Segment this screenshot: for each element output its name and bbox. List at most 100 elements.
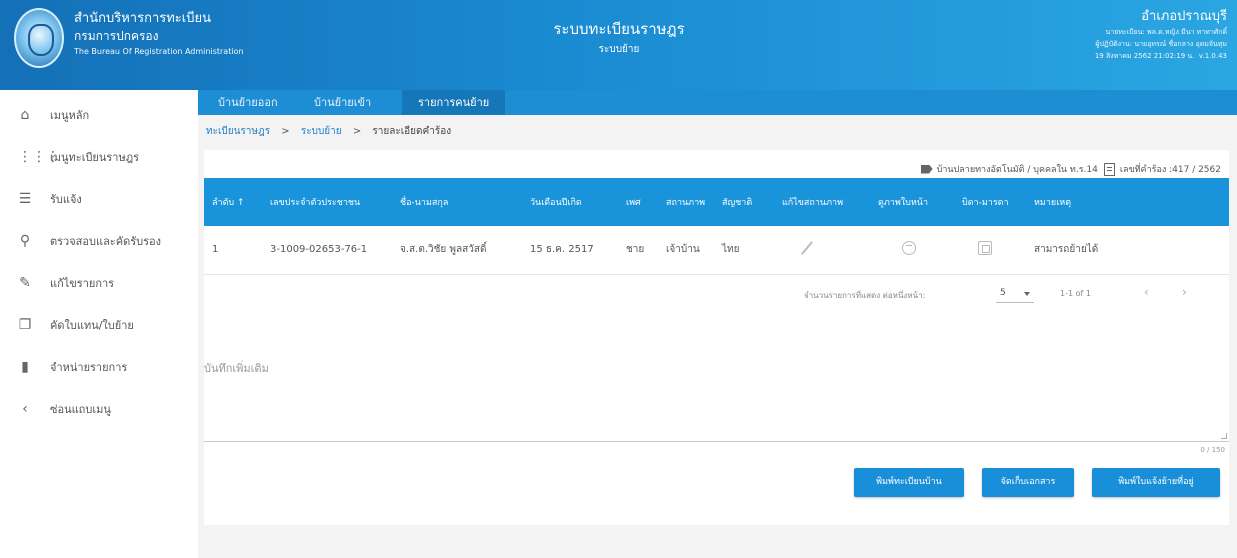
breadcrumb-current: รายละเอียดคำร้อง xyxy=(372,126,452,137)
print-house-registration-button[interactable]: พิมพ์ทะเบียนบ้าน xyxy=(854,468,964,497)
table-row: 1 3-1009-02653-76-1 จ.ส.ต.วิชัย พูลสวัสด… xyxy=(204,226,1229,274)
rows-per-page-value: 5 xyxy=(1000,288,1006,298)
home-icon: ⌂ xyxy=(20,107,30,123)
sidebar-item-main-menu[interactable]: ⌂ เมนูหลัก xyxy=(0,94,198,136)
sidebar-item-label: รับแจ้ง xyxy=(50,193,82,206)
registrar-name: นายทะเบียน: พล.ต.หญิง มีนา ทาทาศักดิ์ xyxy=(1105,28,1228,36)
rows-per-page-select[interactable]: 5 xyxy=(996,285,1034,303)
col-pid: เลขประจำตัวประชาชน xyxy=(270,198,361,208)
cell-view-face xyxy=(870,226,954,274)
cell-pid: 3-1009-02653-76-1 xyxy=(270,244,368,256)
col-dob: วันเดือนปีเกิด xyxy=(530,198,582,208)
next-page-button[interactable]: › xyxy=(1182,285,1187,299)
col-remark: หมายเหตุ xyxy=(1034,198,1072,208)
cell-nationality: ไทย xyxy=(722,244,740,256)
print-move-notice-button[interactable]: พิมพ์ใบแจ้งย้ายที่อยู่ xyxy=(1092,468,1220,497)
pagination: จำนวนรายการที่แสดง ต่อหนึ่งหน้า: 5 1-1 o… xyxy=(804,285,1224,305)
face-icon[interactable] xyxy=(902,241,916,256)
edit-icon: ✎ xyxy=(19,275,31,291)
org-name-th: สำนักบริหารการทะเบียน xyxy=(74,11,211,26)
sidebar: ⌂ เมนูหลัก ⋮⋮⋮ เมนูทะเบียนราษฎร ☰ รับแจ้… xyxy=(0,90,198,558)
grid-icon: ⋮⋮⋮ xyxy=(18,149,60,165)
document-icon xyxy=(1103,162,1115,176)
col-sex: เพศ xyxy=(626,198,641,208)
col-status: สถานภาพ xyxy=(666,198,706,208)
request-info: บ้านปลายทางอัตโนมัติ / บุคคลใน ท.ร.14 เล… xyxy=(920,162,1221,176)
trash-icon: ▮ xyxy=(21,359,29,375)
cell-parents xyxy=(954,226,1026,274)
chevron-down-icon xyxy=(1024,292,1030,296)
system-title: ระบบทะเบียนราษฎร xyxy=(553,20,685,38)
user-info: อำเภอปราณบุรี นายทะเบียน: พล.ต.หญิง มีนา… xyxy=(807,8,1227,62)
breadcrumb-move-system[interactable]: ระบบย้าย xyxy=(301,126,342,137)
notes-placeholder: บันทึกเพิ่มเติม xyxy=(204,362,269,375)
tag-icon xyxy=(920,164,933,174)
col-view-face: ดูภาพใบหน้า xyxy=(878,198,929,208)
cell-edit-status xyxy=(774,226,870,274)
request-number: เลขที่คำร้อง :417 / 2562 xyxy=(1119,165,1221,175)
district-name: อำเภอปราณบุรี xyxy=(1141,9,1227,24)
sidebar-item-receive[interactable]: ☰ รับแจ้ง xyxy=(0,178,198,220)
sidebar-item-label: เมนูหลัก xyxy=(50,109,90,122)
breadcrumb-separator: > xyxy=(281,126,290,137)
rows-per-page-label: จำนวนรายการที่แสดง ต่อหนึ่งหน้า: xyxy=(804,291,926,300)
cell-name: จ.ส.ต.วิชัย พูลสวัสดิ์ xyxy=(400,244,487,256)
system-title-block: ระบบทะเบียนราษฎร ระบบย้าย xyxy=(490,18,748,60)
datetime-version: 19 สิงหาคม 2562 21:02:19 น. v.1.0.43 xyxy=(807,50,1227,62)
sidebar-item-registration-menu[interactable]: ⋮⋮⋮ เมนูทะเบียนราษฎร xyxy=(0,136,198,178)
cell-no: 1 xyxy=(212,244,219,256)
sidebar-item-hide-menu[interactable]: ‹ ซ่อนแถบเมนู xyxy=(0,388,198,430)
sidebar-item-label: ตรวจสอบและคัดรับรอง xyxy=(50,235,161,248)
list-icon: ☰ xyxy=(18,191,32,207)
operator-name: ผู้ปฏิบัติงาน: นายอุทรณ์ ชื่อกลาง อุดมจั… xyxy=(1095,40,1227,48)
breadcrumb-separator: > xyxy=(352,126,362,137)
table-header-row: ลำดับ ↑ เลขประจำตัวประชาชน ชื่อ-นามสกุล … xyxy=(204,178,1229,226)
col-nationality: สัญชาติ xyxy=(722,198,753,208)
chevron-left-icon: ‹ xyxy=(22,401,28,417)
department-name: กรมการปกครอง xyxy=(74,29,159,43)
tab-bar: บ้านย้ายออก บ้านย้ายเข้า รายการคนย้าย xyxy=(198,90,1237,115)
breadcrumb: ทะเบียนราษฎร > ระบบย้าย > รายละเอียดคำร้… xyxy=(206,124,451,139)
org-block: สำนักบริหารการทะเบียน กรมการปกครอง The B… xyxy=(74,10,244,60)
breadcrumb-registration[interactable]: ทะเบียนราษฎร xyxy=(206,126,270,137)
col-edit-status: แก้ไขสถานภาพ xyxy=(782,198,843,208)
people-table: ลำดับ ↑ เลขประจำตัวประชาชน ชื่อ-นามสกุล … xyxy=(204,178,1229,275)
cell-sex: ชาย xyxy=(626,244,645,256)
sidebar-item-copy[interactable]: ❐ คัดใบแทน/ใบย้าย xyxy=(0,304,198,346)
pencil-icon[interactable] xyxy=(800,241,814,255)
cell-status: เจ้าบ้าน xyxy=(666,244,700,256)
bureau-logo xyxy=(14,8,64,68)
tab-moving-people[interactable]: รายการคนย้าย xyxy=(402,90,506,115)
resize-handle-icon[interactable] xyxy=(1221,433,1227,439)
col-no[interactable]: ลำดับ ↑ xyxy=(204,178,262,226)
id-card-icon[interactable] xyxy=(978,241,992,256)
col-parents: บิดา-มารดา xyxy=(962,198,1009,208)
store-documents-button[interactable]: จัดเก็บเอกสาร xyxy=(982,468,1074,497)
request-detail-card: บ้านปลายทางอัตโนมัติ / บุคคลใน ท.ร.14 เล… xyxy=(204,150,1229,525)
sidebar-item-edit[interactable]: ✎ แก้ไขรายการ xyxy=(0,262,198,304)
sidebar-item-label: ซ่อนแถบเมนู xyxy=(50,403,111,416)
cell-remark: สามารถย้ายได้ xyxy=(1034,244,1099,256)
datetime: 19 สิงหาคม 2562 21:02:19 น. xyxy=(1094,52,1195,60)
sidebar-item-dispose[interactable]: ▮ จำหน่ายรายการ xyxy=(0,346,198,388)
tab-move-out[interactable]: บ้านย้ายออก xyxy=(202,90,294,115)
org-name-en: The Bureau Of Registration Administratio… xyxy=(74,47,244,56)
cell-dob: 15 ธ.ค. 2517 xyxy=(530,244,594,256)
sidebar-item-label: เมนูทะเบียนราษฎร xyxy=(50,151,140,164)
col-name: ชื่อ-นามสกุล xyxy=(400,198,449,208)
prev-page-button[interactable]: ‹ xyxy=(1144,285,1149,299)
search-icon: ⚲ xyxy=(19,233,31,249)
sidebar-item-label: แก้ไขรายการ xyxy=(50,277,115,290)
system-subtitle: ระบบย้าย xyxy=(598,44,640,55)
char-counter: 0 / 150 xyxy=(1200,446,1225,454)
tab-move-in[interactable]: บ้านย้ายเข้า xyxy=(298,90,387,115)
sidebar-item-verify[interactable]: ⚲ ตรวจสอบและคัดรับรอง xyxy=(0,220,198,262)
sidebar-item-label: คัดใบแทน/ใบย้าย xyxy=(50,319,134,332)
sidebar-item-label: จำหน่ายรายการ xyxy=(50,361,128,374)
destination-info: บ้านปลายทางอัตโนมัติ / บุคคลใน ท.ร.14 xyxy=(936,165,1098,175)
notes-textarea[interactable]: บันทึกเพิ่มเติม xyxy=(204,332,1229,442)
copy-icon: ❐ xyxy=(18,317,32,333)
version: v.1.0.43 xyxy=(1198,52,1227,60)
app-header: สำนักบริหารการทะเบียน กรมการปกครอง The B… xyxy=(0,0,1237,90)
page-range: 1-1 of 1 xyxy=(1060,289,1091,298)
